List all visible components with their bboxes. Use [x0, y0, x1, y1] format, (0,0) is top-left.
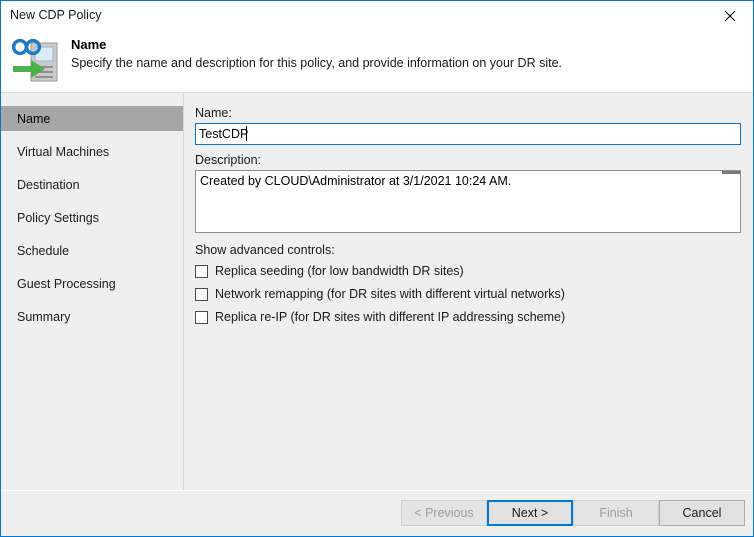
name-input[interactable]: [195, 123, 741, 145]
dialog-footer: < Previous Next > Finish Cancel: [1, 490, 753, 536]
advanced-controls-label: Show advanced controls:: [195, 243, 335, 257]
title-bar: New CDP Policy: [1, 1, 753, 31]
close-icon[interactable]: [707, 1, 753, 30]
checkbox-box[interactable]: [195, 264, 208, 278]
window-title: New CDP Policy: [10, 8, 102, 22]
dialog-body: Name Virtual Machines Destination Policy…: [1, 93, 753, 490]
finish-button[interactable]: Finish: [573, 500, 659, 526]
next-button[interactable]: Next >: [487, 500, 573, 526]
sidebar-item-virtual-machines[interactable]: Virtual Machines: [1, 139, 183, 164]
header-title: Name: [71, 37, 107, 52]
checkbox-replica-seeding[interactable]: Replica seeding (for low bandwidth DR si…: [195, 262, 464, 280]
checkbox-label: Replica re-IP (for DR sites with differe…: [215, 310, 566, 324]
sidebar-item-policy-settings[interactable]: Policy Settings: [1, 205, 183, 230]
main-panel: Name: Description: Show advanced control…: [184, 93, 753, 490]
description-input[interactable]: [195, 170, 741, 233]
sidebar-item-destination[interactable]: Destination: [1, 172, 183, 197]
sidebar-item-summary[interactable]: Summary: [1, 304, 183, 329]
name-label: Name:: [195, 106, 232, 120]
previous-button[interactable]: < Previous: [401, 500, 487, 526]
wizard-step-list: Name Virtual Machines Destination Policy…: [1, 93, 183, 490]
description-label: Description:: [195, 153, 261, 167]
header-subtitle: Specify the name and description for thi…: [71, 56, 562, 70]
sidebar-item-schedule[interactable]: Schedule: [1, 238, 183, 263]
text-caret: [246, 126, 247, 141]
cdp-policy-icon: [9, 33, 65, 89]
textarea-corner-mark: [722, 171, 740, 174]
checkbox-network-remapping[interactable]: Network remapping (for DR sites with dif…: [195, 285, 565, 303]
dialog-window: New CDP Policy Name Specify the name and…: [0, 0, 754, 537]
sidebar-item-guest-processing[interactable]: Guest Processing: [1, 271, 183, 296]
checkbox-label: Replica seeding (for low bandwidth DR si…: [215, 264, 464, 278]
checkbox-box[interactable]: [195, 310, 208, 324]
sidebar-item-name[interactable]: Name: [1, 106, 183, 131]
checkbox-replica-re-ip[interactable]: Replica re-IP (for DR sites with differe…: [195, 308, 565, 326]
cancel-button[interactable]: Cancel: [659, 500, 745, 526]
footer-divider: [1, 490, 753, 491]
checkbox-box[interactable]: [195, 287, 208, 301]
dialog-header: Name Specify the name and description fo…: [1, 31, 753, 93]
checkbox-label: Network remapping (for DR sites with dif…: [215, 287, 565, 301]
